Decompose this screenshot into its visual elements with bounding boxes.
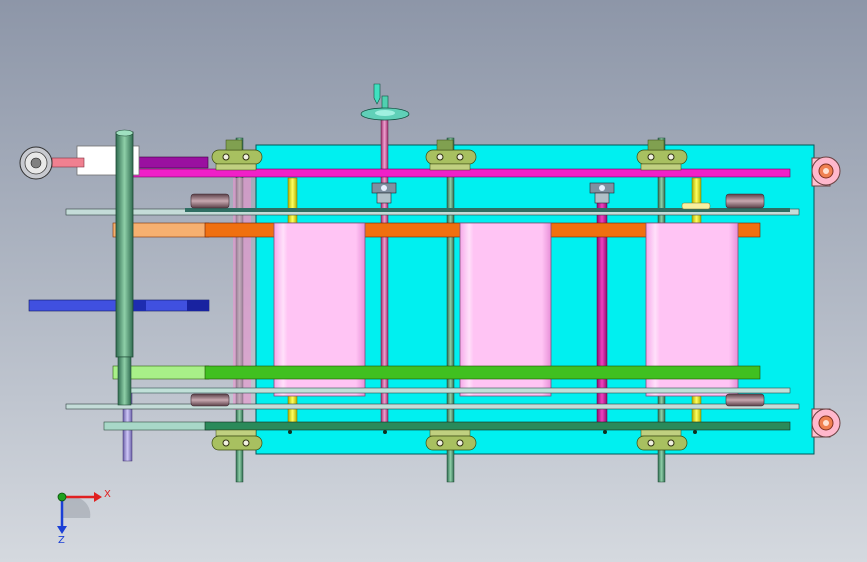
center-shaft <box>380 114 389 428</box>
roller-bottom-right <box>811 408 841 438</box>
handwheel-hub <box>51 157 85 168</box>
bottom-rail <box>65 403 800 410</box>
lower-rail <box>129 387 791 394</box>
assembly-drawing: X Z <box>19 83 841 546</box>
left-column-top <box>115 129 134 137</box>
green-bar <box>204 365 761 380</box>
dark-green-bar-light <box>103 421 211 431</box>
bracket-bottom-3 <box>636 429 688 451</box>
handwheel <box>19 146 53 180</box>
drum-2 <box>725 193 765 209</box>
axis-triad: X Z <box>57 489 111 546</box>
top-crank <box>360 83 410 121</box>
cad-viewport[interactable]: X Z <box>0 0 867 562</box>
axis-x-label: X <box>104 489 111 500</box>
dark-green-bar <box>204 421 791 431</box>
blue-arm-end <box>187 300 209 311</box>
bracket-bottom-2 <box>425 429 477 451</box>
drum-4 <box>725 393 765 407</box>
drum-3 <box>190 393 230 407</box>
roller-top-right <box>811 156 841 187</box>
left-column-lower <box>117 356 132 406</box>
bracket-bottom-1 <box>211 429 263 451</box>
axis-z-label: Z <box>58 535 65 546</box>
left-column <box>115 131 134 358</box>
yellow-disc <box>681 202 711 210</box>
drum-1 <box>190 193 230 209</box>
bracket-top-1 <box>211 139 263 171</box>
